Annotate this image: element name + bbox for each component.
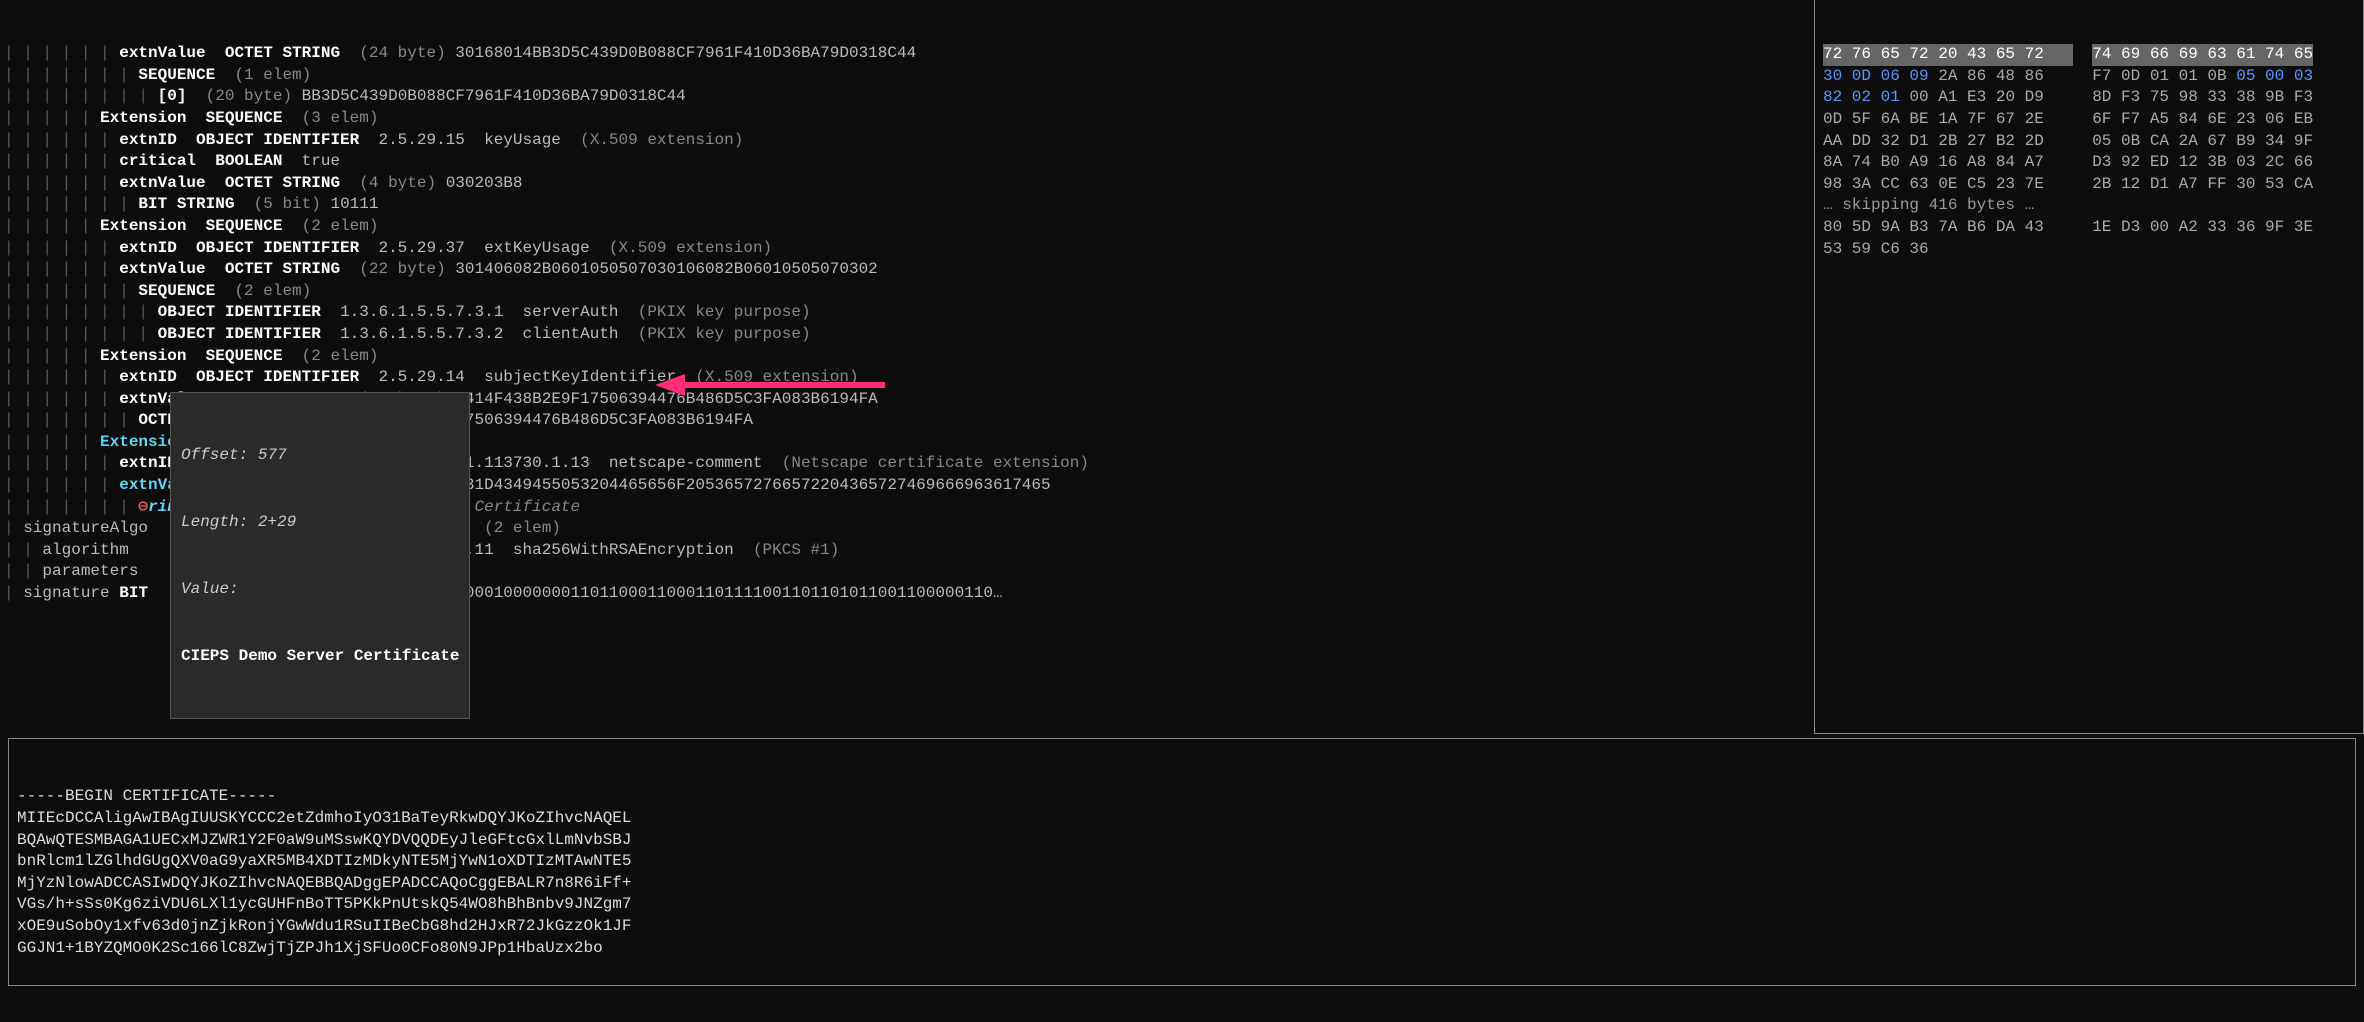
tooltip-offset-label: Offset: [181,446,258,464]
tooltip-length-value: 2+29 [258,513,296,531]
pem-line: VGs/h+sSs0Kg6ziVDU6LXl1ycGUHFnBoTT5PKkPn… [17,894,2347,916]
tree-row[interactable]: | | | | | | | BIT STRING (5 bit) 10111 [4,194,1810,216]
tree-row[interactable]: | | | | | | extnID OBJECT IDENTIFIER 2.5… [4,367,1810,389]
hex-row[interactable]: 53 59 C6 36 [1823,239,2355,261]
pem-line: xOE9uSobOy1xfv63d0jnZjkRonjYGwWdu1RSuIIB… [17,916,2347,938]
hex-row[interactable]: 80 5D 9A B3 7A B6 DA 43 1E D3 00 A2 33 3… [1823,217,2355,239]
asn1-tree-panel[interactable]: | | | | | | extnValue OCTET STRING (24 b… [0,0,1814,734]
pem-line: MIIEcDCCAligAwIBAgIUUSKYCCC2etZdmhoIyO31… [17,808,2347,830]
pem-line: -----BEGIN CERTIFICATE----- [17,786,2347,808]
hex-row[interactable]: AA DD 32 D1 2B 27 B2 2D 05 0B CA 2A 67 B… [1823,131,2355,153]
tooltip-length-label: Length: [181,513,258,531]
hex-row[interactable]: 72 76 65 72 20 43 65 72 74 69 66 69 63 6… [1823,44,2355,66]
tree-row[interactable]: | | | | | Extension SEQUENCE (2 elem) [4,216,1810,238]
tree-row[interactable]: | | | | | | | SEQUENCE (1 elem) [4,65,1810,87]
tree-row[interactable]: | | | | | | | | OBJECT IDENTIFIER 1.3.6.… [4,324,1810,346]
pem-certificate-box[interactable]: -----BEGIN CERTIFICATE-----MIIEcDCCAligA… [8,738,2356,986]
hover-tooltip: Offset: 577 Length: 2+29 Value: CIEPS De… [170,392,470,719]
hex-dump-panel[interactable]: 72 76 65 72 20 43 65 72 74 69 66 69 63 6… [1814,0,2364,734]
tree-row[interactable]: | | | | | | critical BOOLEAN true [4,151,1810,173]
hex-row[interactable]: 98 3A CC 63 0E C5 23 7E 2B 12 D1 A7 FF 3… [1823,174,2355,196]
pem-line: MjYzNlowADCCASIwDQYJKoZIhvcNAQEBBQADggEP… [17,873,2347,895]
hex-row[interactable]: 0D 5F 6A BE 1A 7F 67 2E 6F F7 A5 84 6E 2… [1823,109,2355,131]
tree-row[interactable]: | | | | | | extnValue OCTET STRING (24 b… [4,43,1810,65]
pem-line: GGJN1+1BYZQMO0K2Sc166lC8ZwjTjZPJh1XjSFUo… [17,938,2347,960]
tooltip-value-text: CIEPS Demo Server Certificate [181,647,459,665]
hex-row[interactable]: 30 0D 06 09 2A 86 48 86 F7 0D 01 01 0B 0… [1823,66,2355,88]
tree-row[interactable]: | | | | | | | | [0] (20 byte) BB3D5C439D… [4,86,1810,108]
pem-line: bnRlcm1lZGlhdGUgQXV0aG9yaXR5MB4XDTIzMDky… [17,851,2347,873]
tooltip-offset-value: 577 [258,446,287,464]
hex-skip-notice: … skipping 416 bytes … [1823,195,2355,217]
tooltip-value-label: Value: [181,580,239,598]
tree-row[interactable]: | | | | | | extnID OBJECT IDENTIFIER 2.5… [4,130,1810,152]
tree-row[interactable]: | | | | | Extension SEQUENCE (2 elem) [4,346,1810,368]
tree-row[interactable]: | | | | | | extnValue OCTET STRING (4 by… [4,173,1810,195]
tree-row[interactable]: | | | | | | extnValue OCTET STRING (22 b… [4,259,1810,281]
tree-row[interactable]: | | | | | | | | OBJECT IDENTIFIER 1.3.6.… [4,302,1810,324]
hex-row[interactable]: 8A 74 B0 A9 16 A8 84 A7 D3 92 ED 12 3B 0… [1823,152,2355,174]
tree-row[interactable]: | | | | | | extnID OBJECT IDENTIFIER 2.5… [4,238,1810,260]
annotation-arrow [655,370,895,400]
tree-row[interactable]: | | | | | Extension SEQUENCE (3 elem) [4,108,1810,130]
hex-row[interactable]: 82 02 01 00 A1 E3 20 D9 8D F3 75 98 33 3… [1823,87,2355,109]
pem-line: BQAwQTESMBAGA1UECxMJZWR1Y2F0aW9uMSswKQYD… [17,830,2347,852]
tree-row[interactable]: | | | | | | | SEQUENCE (2 elem) [4,281,1810,303]
collapse-icon[interactable]: ⊖ [138,498,148,516]
